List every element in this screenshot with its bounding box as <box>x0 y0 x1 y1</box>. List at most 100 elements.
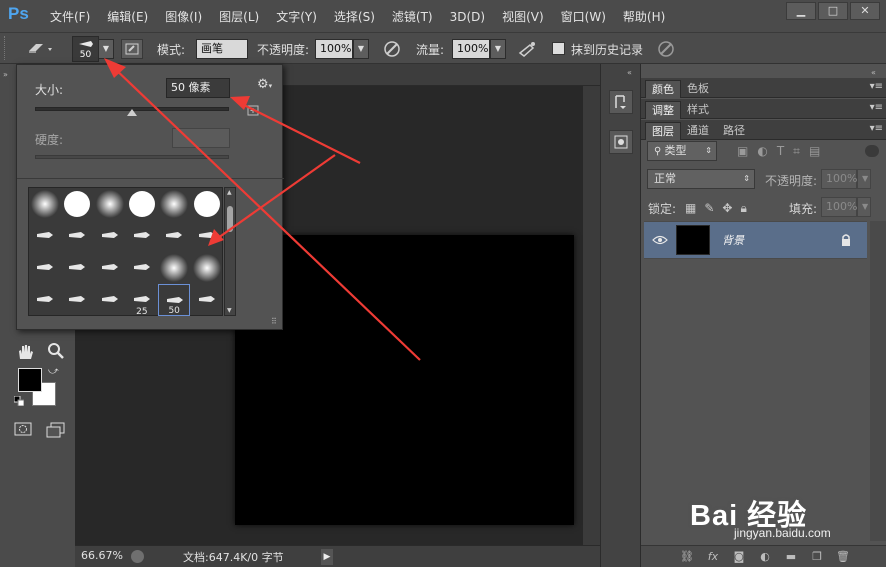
vertical-scrollbar[interactable] <box>583 86 600 545</box>
brush-preset-cell[interactable] <box>61 284 93 316</box>
properties-panel-icon[interactable] <box>609 130 633 154</box>
brush-preset-cell[interactable] <box>61 220 93 252</box>
close-button[interactable]: ✕ <box>850 2 880 20</box>
grip-handle[interactable] <box>4 36 8 60</box>
history-panel-icon[interactable] <box>609 90 633 114</box>
tab-swatches[interactable]: 色板 <box>681 80 715 98</box>
panel-menu-icon[interactable]: ▾≡ <box>870 102 883 113</box>
menu-view[interactable]: 视图(V) <box>502 8 544 25</box>
layers-scrollbar[interactable] <box>870 221 886 541</box>
brush-preset-cell[interactable] <box>191 188 223 220</box>
menu-type[interactable]: 文字(Y) <box>276 8 317 25</box>
pressure-size-icon[interactable] <box>655 39 677 59</box>
filter-smart-icon[interactable]: ▤ <box>809 144 820 159</box>
brush-preset-cell[interactable] <box>158 188 190 220</box>
add-mask-icon[interactable]: ◙ <box>731 549 747 565</box>
resize-grip-icon[interactable]: ⠿ <box>271 317 277 326</box>
brush-preset-cell[interactable] <box>158 220 190 252</box>
brush-preset-cell[interactable] <box>126 252 158 284</box>
brush-preset-cell[interactable] <box>94 188 126 220</box>
eraser-tool-icon[interactable] <box>26 39 54 57</box>
visibility-eye-icon[interactable] <box>652 234 668 246</box>
brush-preset-cell[interactable] <box>29 284 61 316</box>
brush-preset-cell[interactable] <box>191 284 223 316</box>
layer-style-icon[interactable]: fx <box>705 549 721 565</box>
brush-preset-cell[interactable] <box>191 252 223 284</box>
quick-mask-icon[interactable] <box>14 422 32 436</box>
minimize-button[interactable]: ▁ <box>786 2 816 20</box>
brush-preset-cell[interactable] <box>94 252 126 284</box>
layer-row[interactable]: 背景 <box>644 221 867 259</box>
panel-menu-icon[interactable]: ▾≡ <box>870 81 883 92</box>
filter-pixel-icon[interactable]: ▣ <box>737 144 748 159</box>
lock-all-icon[interactable]: 🔒︎ <box>740 201 746 216</box>
lock-move-icon[interactable]: ✥ <box>722 201 732 216</box>
menu-select[interactable]: 选择(S) <box>334 8 375 25</box>
layer-kind-filter[interactable]: ⚲ 类型 ⇕ <box>647 141 717 161</box>
filter-shape-icon[interactable]: ⌗ <box>793 144 800 159</box>
link-layers-icon[interactable]: ⛓ <box>679 549 695 565</box>
brush-preset-cell[interactable] <box>158 252 190 284</box>
flow-field[interactable]: 100% <box>452 39 490 59</box>
menu-file[interactable]: 文件(F) <box>50 8 90 25</box>
mode-dropdown[interactable]: 画笔 <box>196 39 248 59</box>
brush-preset-cell[interactable] <box>191 220 223 252</box>
tab-channels[interactable]: 通道 <box>681 122 715 140</box>
tab-paths[interactable]: 路径 <box>717 122 751 140</box>
hand-tool-icon[interactable] <box>15 342 35 362</box>
foreground-color-swatch[interactable] <box>18 368 42 392</box>
zoom-tool-icon[interactable] <box>47 342 65 360</box>
menu-layer[interactable]: 图层(L) <box>219 8 259 25</box>
preset-scrollbar[interactable]: ▲ ▼ <box>224 187 236 316</box>
layer-thumbnail[interactable] <box>676 225 710 255</box>
default-colors-icon[interactable] <box>14 396 24 406</box>
status-menu-arrow-icon[interactable]: ▶ <box>321 549 333 565</box>
status-info-icon[interactable] <box>131 550 144 563</box>
canvas[interactable] <box>235 235 574 525</box>
preset-scroll-thumb[interactable] <box>227 206 233 232</box>
menu-3d[interactable]: 3D(D) <box>450 10 485 24</box>
tab-layers[interactable]: 图层 <box>645 122 681 140</box>
gear-icon[interactable]: ⚙▾ <box>257 77 272 92</box>
brush-preset-cell[interactable] <box>94 220 126 252</box>
layer-opacity-arrow-icon[interactable]: ▼ <box>857 169 871 189</box>
brush-preset-cell[interactable] <box>29 252 61 284</box>
screen-mode-icon[interactable] <box>46 422 66 438</box>
size-slider-thumb[interactable] <box>127 109 137 116</box>
brush-preset-cell[interactable] <box>126 220 158 252</box>
filter-toggle-icon[interactable] <box>865 145 879 157</box>
menu-window[interactable]: 窗口(W) <box>561 8 606 25</box>
scroll-up-icon[interactable]: ▲ <box>227 189 232 196</box>
history-checkbox[interactable] <box>552 42 565 55</box>
brush-preset-picker[interactable]: 50 <box>72 36 99 62</box>
blend-mode-dropdown[interactable]: 正常 ⇕ <box>647 169 755 189</box>
tab-color[interactable]: 颜色 <box>645 80 681 98</box>
panels-collapse-icon[interactable]: « <box>871 68 876 77</box>
menu-edit[interactable]: 编辑(E) <box>107 8 148 25</box>
brush-preset-cell[interactable]: 50 <box>158 284 191 316</box>
filter-adjustment-icon[interactable]: ◐ <box>757 144 767 159</box>
dock-collapse-icon[interactable]: « <box>627 68 632 77</box>
tab-styles[interactable]: 样式 <box>681 101 715 119</box>
panel-menu-icon[interactable]: ▾≡ <box>870 123 883 134</box>
airbrush-icon[interactable] <box>516 39 538 59</box>
menu-filter[interactable]: 滤镜(T) <box>392 8 433 25</box>
opacity-field[interactable]: 100% <box>315 39 353 59</box>
lock-transparent-icon[interactable]: ▦ <box>685 201 696 216</box>
collapse-tools-icon[interactable]: » <box>3 70 11 79</box>
brush-preset-cell[interactable] <box>61 188 93 220</box>
brush-preset-cell[interactable]: 25 <box>126 284 158 317</box>
layer-fill-arrow-icon[interactable]: ▼ <box>857 197 871 217</box>
opacity-dropdown-arrow[interactable]: ▼ <box>353 39 369 59</box>
layer-fill-field[interactable]: 100% <box>821 197 857 217</box>
tab-adjustments[interactable]: 调整 <box>645 101 681 119</box>
brush-preset-cell[interactable] <box>94 284 126 316</box>
filter-type-icon[interactable]: T <box>777 144 784 159</box>
brush-preset-cell[interactable] <box>61 252 93 284</box>
delete-layer-icon[interactable]: 🗑︎ <box>835 549 851 565</box>
maximize-button[interactable]: □ <box>818 2 848 20</box>
layer-opacity-field[interactable]: 100% <box>821 169 857 189</box>
brush-preset-dropdown-arrow[interactable]: ▼ <box>98 39 114 59</box>
scroll-down-icon[interactable]: ▼ <box>227 307 232 314</box>
brush-preset-cell[interactable] <box>29 220 61 252</box>
